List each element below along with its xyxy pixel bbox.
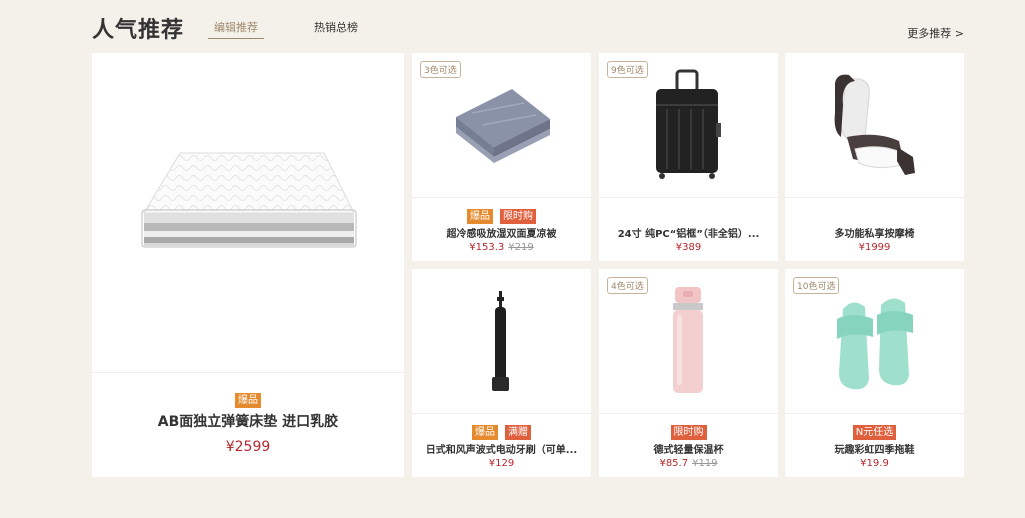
- current-price: ¥1999: [858, 242, 891, 253]
- product-price: ¥19.9: [785, 458, 964, 469]
- current-price: ¥85.7: [659, 458, 689, 469]
- product-price: ¥129: [412, 458, 591, 469]
- current-price: ¥129: [488, 458, 515, 469]
- product-name: 玩趣彩虹四季拖鞋: [834, 445, 915, 456]
- tag-badge: 限时购: [670, 425, 707, 440]
- current-price: ¥389: [675, 242, 702, 253]
- product-price: ¥389: [599, 242, 778, 253]
- featured-tags: 爆品: [92, 388, 404, 408]
- product-card[interactable]: 多功能私享按摩椅 ¥1999: [785, 53, 964, 261]
- more-recommendations-link[interactable]: 更多推荐 >: [907, 25, 964, 41]
- featured-product-card[interactable]: 爆品 AB面独立弹簧床垫 进口乳胶 ¥2599: [92, 53, 404, 477]
- tag-badge: 爆品: [471, 425, 498, 440]
- product-name: 超冷感吸放湿双面夏凉被: [446, 229, 557, 240]
- product-name: 日式和风声波式电动牙刷（可单...: [425, 445, 578, 456]
- tag-badge: 爆品: [235, 393, 261, 408]
- product-image: [92, 53, 404, 373]
- tab-bestsellers[interactable]: 热销总榜: [314, 19, 358, 35]
- current-price: ¥153.3: [469, 242, 505, 253]
- tag-badge: N元任选: [852, 425, 897, 440]
- original-price: ¥219: [508, 242, 534, 253]
- mattress-icon: [141, 152, 357, 248]
- section-header: 人气推荐 编辑推荐 热销总榜 更多推荐 >: [92, 10, 964, 46]
- product-name: AB面独立弹簧床垫 进口乳胶: [157, 414, 339, 430]
- color-options-badge: 10色可选: [793, 277, 840, 294]
- tag-badge: 满赠: [505, 425, 532, 440]
- product-card[interactable]: 10色可选 N元任选 玩趣彩虹四季拖鞋 ¥19.9: [785, 269, 964, 477]
- product-card[interactable]: 3色可选 爆品 限时购 超冷感吸放湿双面夏凉被 ¥153.3 ¥219: [412, 53, 591, 261]
- tab-editor-picks[interactable]: 编辑推荐: [208, 19, 264, 39]
- product-card[interactable]: 4色可选 限时购 德式轻量保温杯 ¥85.7 ¥119: [599, 269, 778, 477]
- product-image: [785, 53, 964, 198]
- color-options-badge: 4色可选: [607, 277, 648, 294]
- product-price: ¥1999: [785, 242, 964, 253]
- toothbrush-icon: [492, 291, 509, 391]
- product-price: ¥2599: [225, 439, 271, 455]
- product-name: 德式轻量保温杯: [653, 445, 724, 456]
- product-price: ¥85.7 ¥119: [599, 458, 778, 469]
- current-price: ¥19.9: [860, 458, 889, 469]
- product-tags: [785, 204, 964, 220]
- product-tags: 爆品 满赠: [412, 420, 591, 440]
- tag-badge: 爆品: [466, 209, 493, 224]
- product-name: 24寸 纯PC“铝框”（非全铝）...: [617, 229, 760, 240]
- original-price: ¥119: [692, 458, 718, 469]
- color-options-badge: 9色可选: [607, 61, 648, 78]
- color-options-badge: 3色可选: [420, 61, 461, 78]
- massage-chair-icon: [834, 74, 915, 175]
- product-name: 多功能私享按摩椅: [834, 229, 915, 240]
- tag-badge: 限时购: [500, 209, 537, 224]
- product-card[interactable]: 爆品 满赠 日式和风声波式电动牙刷（可单... ¥129: [412, 269, 591, 477]
- product-image: [412, 269, 591, 414]
- section-title: 人气推荐: [92, 18, 185, 43]
- product-card[interactable]: 9色可选 24寸 纯PC“铝框”（非全铝）... ¥389: [599, 53, 778, 261]
- product-tags: 爆品 限时购: [412, 204, 591, 224]
- product-tags: 限时购: [599, 420, 778, 440]
- product-tags: [599, 204, 778, 220]
- product-price: ¥153.3 ¥219: [412, 242, 591, 253]
- product-tags: N元任选: [785, 420, 964, 440]
